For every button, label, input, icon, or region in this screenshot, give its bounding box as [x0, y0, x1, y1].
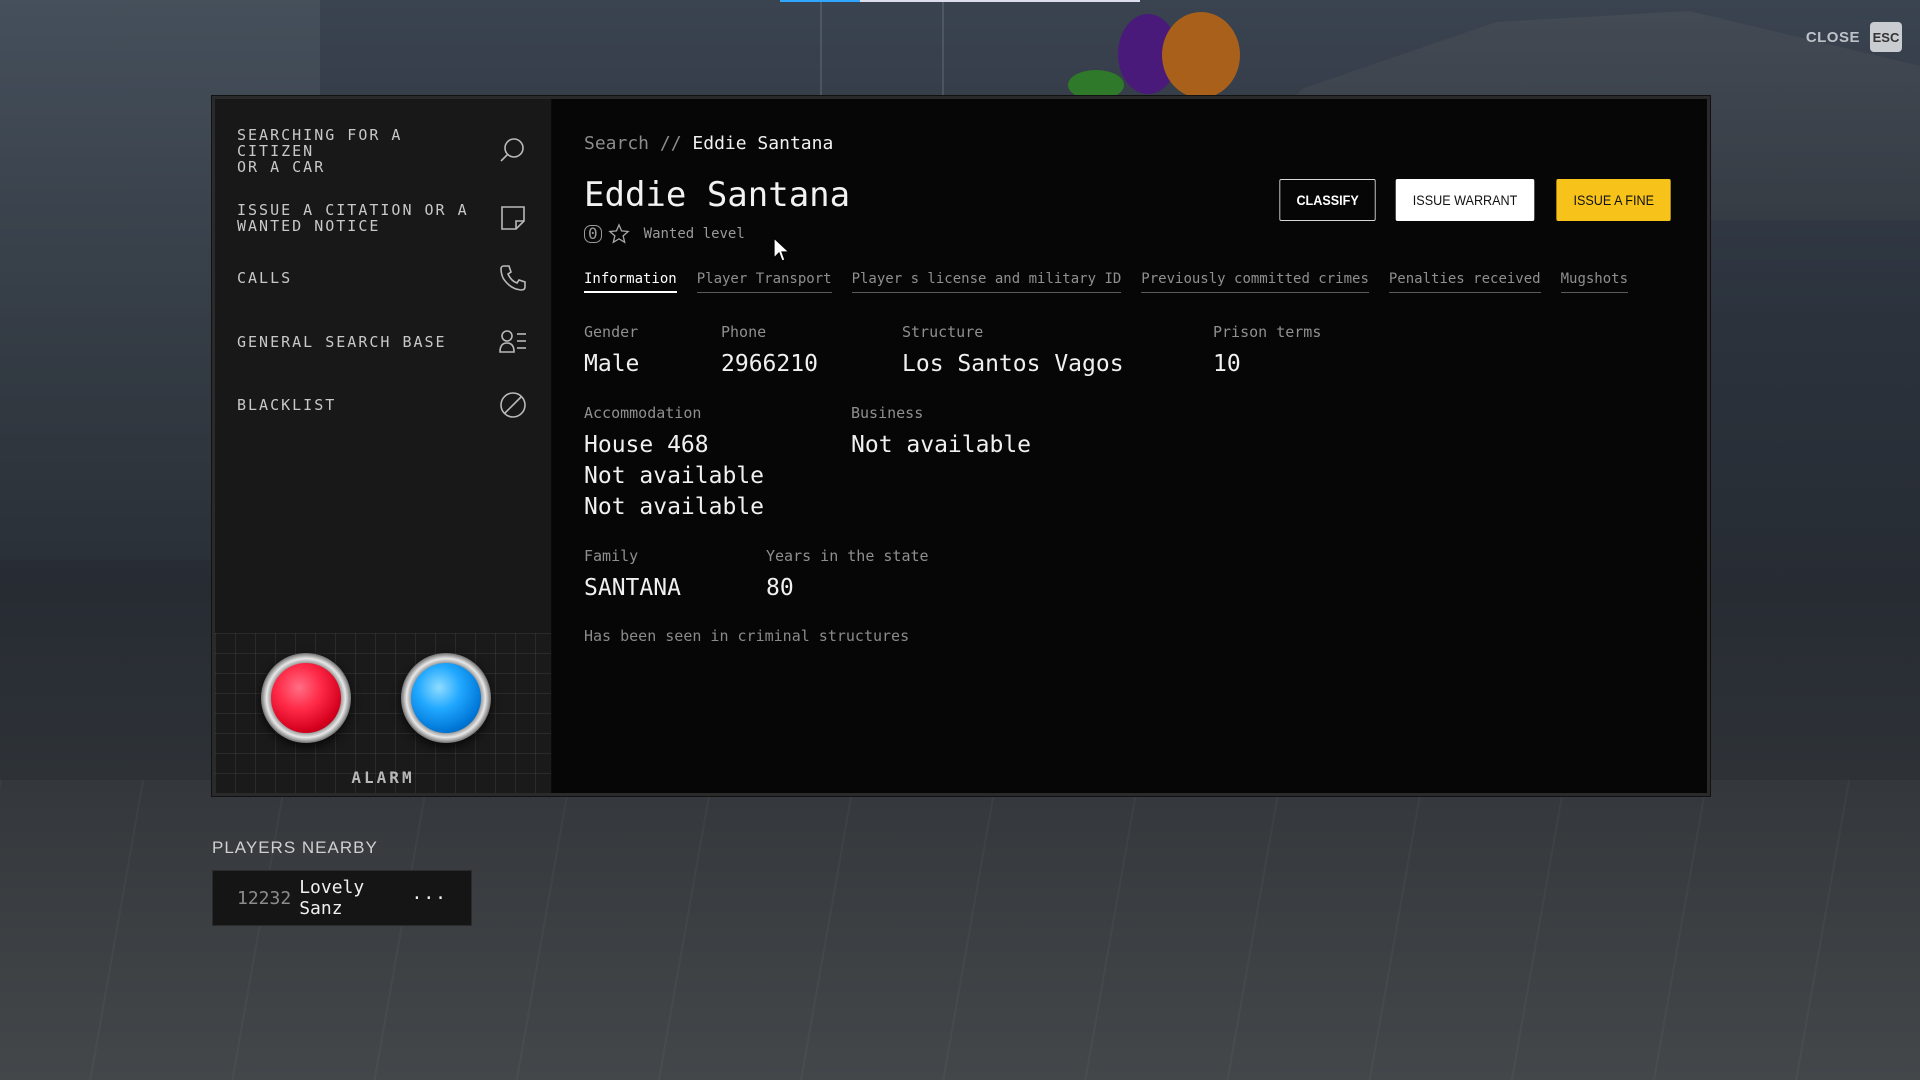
tab-mugshots[interactable]: Mugshots	[1560, 271, 1629, 293]
police-database-panel: SEARCHING FOR A CITIZEN OR A CAR ISSUE A…	[212, 96, 1710, 796]
mouse-cursor-icon	[773, 236, 791, 262]
sidebar-item-blacklist[interactable]: BLACKLIST	[215, 373, 551, 437]
player-name: Lovely Sanz	[299, 877, 365, 919]
issue-fine-button[interactable]: ISSUE A FINE	[1555, 179, 1671, 221]
sidebar-item-label: SEARCHING FOR A CITIZEN OR A CAR	[237, 126, 403, 176]
wanted-label: Wanted level	[643, 226, 745, 242]
close-label[interactable]: CLOSE	[1806, 29, 1860, 46]
search-icon	[497, 135, 529, 167]
sidebar-item-search[interactable]: SEARCHING FOR A CITIZEN OR A CAR	[215, 111, 551, 191]
classify-button[interactable]: CLASSIFY	[1279, 179, 1376, 221]
tab-player-transport[interactable]: Player Transport	[696, 271, 832, 293]
field-value: 80	[766, 575, 794, 601]
esc-key-badge[interactable]: ESC	[1870, 22, 1902, 52]
issue-warrant-button[interactable]: ISSUE WARRANT	[1396, 179, 1535, 221]
sidebar-item-label: ISSUE A CITATION OR A WANTED NOTICE	[237, 201, 469, 235]
breadcrumb-current: Eddie Santana	[692, 133, 834, 154]
field-family: Family SANTANA	[584, 547, 681, 604]
field-structure: Structure Los Santos Vagos	[902, 323, 1124, 380]
field-label: Family	[584, 547, 639, 565]
sidebar: SEARCHING FOR A CITIZEN OR A CAR ISSUE A…	[215, 99, 552, 793]
sidebar-item-label: GENERAL SEARCH BASE	[237, 333, 447, 351]
tab-information[interactable]: Information	[584, 271, 677, 293]
star-icon	[607, 223, 630, 244]
player-id: 12232	[237, 887, 292, 909]
field-label: Years in the state	[766, 547, 929, 565]
breadcrumb: Search // Eddie Santana	[584, 133, 833, 154]
sidebar-item-calls[interactable]: CALLS	[215, 245, 551, 311]
players-nearby-title: PLAYERS NEARBY	[212, 838, 378, 857]
field-value: Male	[584, 351, 640, 377]
alarm-panel: ALARM	[215, 633, 551, 793]
criminal-note: Has been seen in criminal structures	[584, 627, 910, 645]
phone-icon	[497, 262, 529, 294]
page-title: Eddie Santana	[584, 175, 851, 215]
blue-alarm-button[interactable]	[401, 653, 491, 743]
user-list-icon	[497, 326, 529, 358]
field-label: Phone	[721, 323, 767, 341]
citizen-profile: Search // Eddie Santana Eddie Santana 0 …	[552, 99, 1707, 793]
tab-previous-crimes[interactable]: Previously committed crimes	[1141, 271, 1369, 293]
profile-tabs: Information Player Transport Player s li…	[584, 271, 1629, 293]
field-value: Los Santos Vagos	[902, 351, 1124, 377]
field-label: Structure	[902, 323, 984, 341]
field-value: House 468	[584, 432, 709, 458]
field-value: Not available	[851, 432, 1032, 458]
field-prison-terms: Prison terms 10	[1213, 323, 1321, 380]
field-label: Business	[851, 404, 924, 422]
note-icon	[497, 202, 529, 234]
field-business: Business Not available	[851, 404, 1031, 461]
red-alarm-button[interactable]	[261, 653, 351, 743]
close-control[interactable]: CLOSE ESC	[1806, 22, 1902, 52]
sidebar-item-label: CALLS	[237, 269, 293, 287]
ban-icon	[497, 389, 529, 421]
tab-penalties[interactable]: Penalties received	[1388, 271, 1541, 293]
more-options-icon[interactable]: ···	[411, 888, 447, 909]
sidebar-item-general-search[interactable]: GENERAL SEARCH BASE	[215, 311, 551, 373]
breadcrumb-root[interactable]: Search	[584, 133, 649, 154]
background-balloon	[1162, 12, 1240, 98]
breadcrumb-separator: //	[659, 133, 682, 154]
field-label: Gender	[584, 323, 639, 341]
profile-actions: CLASSIFY ISSUE WARRANT ISSUE A FINE	[1274, 179, 1677, 221]
field-years-in-state: Years in the state 80	[766, 547, 929, 604]
field-value: 10	[1213, 351, 1241, 377]
sidebar-item-label: BLACKLIST	[237, 396, 337, 414]
wanted-level: 0 Wanted level	[584, 223, 745, 245]
field-gender: Gender Male	[584, 323, 639, 380]
nearby-player-item[interactable]: 12232 Lovely Sanz ···	[212, 870, 472, 926]
top-progress-bar	[780, 0, 1140, 2]
wanted-count: 0	[584, 225, 602, 243]
field-value: Not available	[584, 463, 765, 489]
sidebar-item-citation[interactable]: ISSUE A CITATION OR A WANTED NOTICE	[215, 191, 551, 245]
background-tower	[820, 0, 944, 100]
tab-license-military-id[interactable]: Player s license and military ID	[851, 271, 1122, 293]
field-value: Not available	[584, 494, 765, 520]
field-label: Accommodation	[584, 404, 702, 422]
field-phone: Phone 2966210	[721, 323, 818, 380]
background-balloon	[1118, 14, 1178, 94]
field-accommodation: Accommodation House 468 Not available No…	[584, 404, 764, 523]
field-value: 2966210	[721, 351, 818, 377]
alarm-label: ALARM	[351, 768, 415, 787]
background-floor	[0, 780, 1920, 1080]
field-value: SANTANA	[584, 575, 681, 601]
field-label: Prison terms	[1213, 323, 1322, 341]
